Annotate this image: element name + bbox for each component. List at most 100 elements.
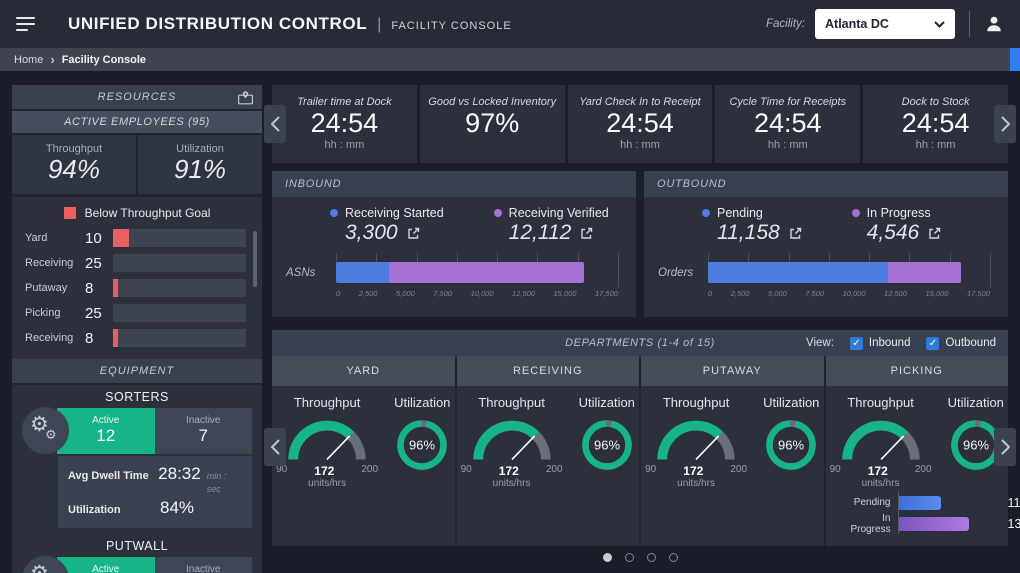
title-divider: |	[377, 16, 381, 34]
kpi-scroll-right-button[interactable]	[994, 105, 1016, 143]
dept-header-yard[interactable]: YARD	[272, 356, 455, 386]
asns-label: ASNs	[286, 253, 336, 279]
blue-dot-icon	[330, 209, 338, 217]
menu-icon[interactable]	[16, 17, 38, 31]
purple-dot-icon	[494, 209, 502, 217]
breadcrumb: Home › Facility Console	[0, 48, 1020, 71]
departments-panel: DEPARTMENTS (1-4 of 15) View: ✓ Inbound …	[272, 330, 1008, 546]
chevron-down-icon	[934, 21, 945, 28]
dept-header-putaway[interactable]: PUTAWAY	[641, 356, 824, 386]
chevron-right-icon	[1001, 116, 1010, 132]
legend-in-progress: In Progress 4,546	[852, 206, 942, 245]
employee-list-scrollbar[interactable]	[253, 231, 257, 287]
utilization-donut: 96%	[394, 417, 450, 473]
purple-dot-icon	[852, 209, 860, 217]
dept-col-receiving: Throughput 90172200 units/hrs U	[457, 386, 640, 546]
app-title: UNIFIED DISTRIBUTION CONTROL | FACILITY …	[68, 14, 512, 34]
equipment-header: EQUIPMENT	[12, 359, 262, 385]
asns-chart: ASNs 02,5005,0007,50010,00012,50015,0001…	[286, 253, 622, 311]
employee-rows: Yard 10 Receiving 25 Putaway 8 Picking 2…	[12, 223, 262, 359]
svg-text:96%: 96%	[778, 438, 804, 453]
dept-col-putaway: Throughput 90172200 units/hrs U	[641, 386, 824, 546]
inbound-header: INBOUND	[272, 171, 636, 197]
employee-row-receiving-2: Receiving 8	[25, 326, 246, 351]
top-bar: UNIFIED DISTRIBUTION CONTROL | FACILITY …	[0, 0, 1020, 48]
departments-pagination	[272, 553, 1008, 562]
resources-sidebar: RESOURCES ACTIVE EMPLOYEES (95) Throughp…	[12, 85, 262, 573]
legend-label: Below Throughput Goal	[85, 206, 211, 220]
utilization-donut: 96%	[763, 417, 819, 473]
external-link-icon[interactable]	[789, 227, 802, 240]
breadcrumb-separator-icon: ›	[50, 53, 54, 66]
chevron-left-icon	[271, 116, 280, 132]
throughput-gauge	[835, 415, 927, 463]
inbound-checkbox[interactable]: ✓ Inbound	[850, 337, 911, 350]
dept-header-picking[interactable]: PICKING	[826, 356, 1009, 386]
employee-bar	[113, 279, 246, 297]
top-bar-right: Facility: Atlanta DC	[766, 9, 1004, 39]
facility-label: Facility:	[766, 18, 805, 30]
blue-dot-icon	[702, 209, 710, 217]
picking-order-bars: Pending 11,560 In Progress 13,772	[830, 492, 1005, 534]
main-area: Trailer time at Dock 24:54 hh : mm Good …	[272, 85, 1008, 562]
external-link-icon[interactable]	[580, 227, 593, 240]
orders-stacked-bar	[708, 262, 990, 283]
receiving-started-segment	[336, 262, 389, 283]
external-link-icon[interactable]	[407, 227, 420, 240]
legend-receiving-verified: Receiving Verified 12,112	[494, 206, 609, 245]
departments-scroll-left-button[interactable]	[264, 428, 286, 466]
asns-axis: 02,5005,0007,50010,00012,50015,00017,500	[336, 289, 618, 298]
view-label: View:	[806, 337, 834, 349]
employee-bar	[113, 254, 246, 272]
departments-scroll-right-button[interactable]	[994, 428, 1016, 466]
machine-sorters: SORTERS ⚙⚙ Active 12 Inactive 7 Avg Dwel…	[12, 385, 262, 528]
kpi-carousel: Trailer time at Dock 24:54 hh : mm Good …	[272, 85, 1008, 163]
machine-putwall: PUTWALL ⚙⚙ Active 10 Inactive 2 Avg Dwel…	[12, 534, 262, 573]
svg-text:96%: 96%	[594, 438, 620, 453]
putwall-inactive: Inactive 2	[155, 557, 253, 573]
active-employees-header: ACTIVE EMPLOYEES (95)	[12, 111, 262, 135]
pagination-dot-2[interactable]	[625, 553, 634, 562]
dept-col-yard: Throughput 90172200 units/hrs U	[272, 386, 455, 546]
employee-row-picking: Picking 25	[25, 301, 246, 326]
employee-row-receiving: Receiving 25	[25, 251, 246, 276]
pagination-dot-3[interactable]	[647, 553, 656, 562]
orders-chart: Orders 02,5005,0007,50010,00012,50015,00…	[658, 253, 994, 311]
stat-utilization: Utilization 91%	[136, 135, 262, 194]
external-link-icon[interactable]	[928, 227, 941, 240]
employee-bar	[113, 229, 246, 247]
pending-bar	[899, 496, 941, 510]
outbound-checkbox[interactable]: ✓ Outbound	[926, 337, 996, 350]
legend-receiving-started: Receiving Started 3,300	[330, 206, 444, 245]
pagination-dot-4[interactable]	[669, 553, 678, 562]
outbound-header: OUTBOUND	[644, 171, 1008, 197]
sorters-metrics: Avg Dwell Time 28:32 min : sec Utilizati…	[58, 456, 252, 528]
dept-header-receiving[interactable]: RECEIVING	[457, 356, 640, 386]
asns-stacked-bar	[336, 262, 618, 283]
content: RESOURCES ACTIVE EMPLOYEES (95) Throughp…	[0, 71, 1020, 573]
outbound-panel: OUTBOUND Pending 11,158 In Progress	[644, 171, 1008, 317]
pagination-dot-1[interactable]	[603, 553, 612, 562]
kpi-scroll-left-button[interactable]	[264, 105, 286, 143]
sorters-active: Active 12	[57, 408, 155, 454]
utilization-donut: 96%	[579, 417, 635, 473]
facility-value: Atlanta DC	[825, 17, 934, 31]
facility-console-app: UNIFIED DISTRIBUTION CONTROL | FACILITY …	[0, 0, 1020, 573]
throughput-gauge	[466, 415, 558, 463]
checkbox-checked-icon: ✓	[850, 337, 863, 350]
kpi-cycle-time-for-receipts: Cycle Time for Receipts 24:54 hh : mm	[715, 85, 860, 163]
app-title-sub: FACILITY CONSOLE	[391, 20, 511, 32]
sorters-inactive: Inactive 7	[155, 408, 253, 454]
putwall-active: Active 10	[57, 557, 155, 573]
in-progress-bar	[899, 517, 970, 531]
breadcrumb-home[interactable]: Home	[14, 54, 43, 66]
resources-header: RESOURCES	[12, 85, 262, 111]
dept-col-picking: Throughput 90172200 units/hrs U	[826, 386, 1009, 546]
facility-select[interactable]: Atlanta DC	[815, 9, 955, 39]
map-icon[interactable]	[237, 90, 254, 109]
throughput-gauge	[281, 415, 373, 463]
stat-throughput: Throughput 94%	[12, 135, 136, 194]
checkbox-checked-icon: ✓	[926, 337, 939, 350]
in-progress-segment	[888, 262, 961, 283]
user-icon[interactable]	[984, 14, 1004, 34]
